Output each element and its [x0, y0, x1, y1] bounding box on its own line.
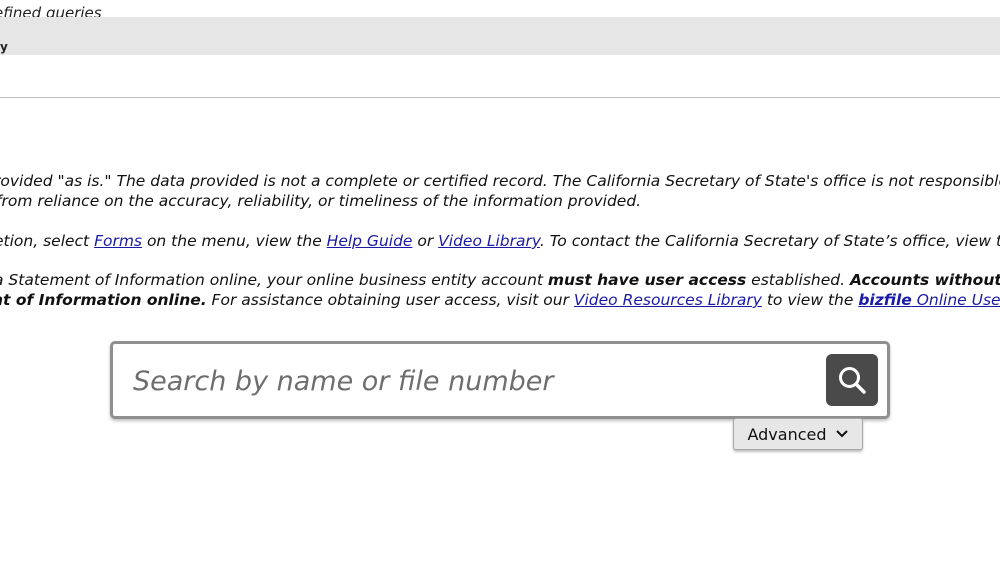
user-access-link-text: Online User Acc — [916, 291, 1000, 309]
disclaimer-paragraph: rovided "as is." The data provided is no… — [0, 171, 1000, 211]
statement-text-4: to view the — [761, 291, 859, 309]
statement-text-1: a Statement of Information online, your … — [0, 271, 548, 289]
bizfile-link-bold: bizfile — [858, 291, 912, 309]
help-guide-link[interactable]: Help Guide — [327, 232, 413, 250]
disclaimer-line-2: from reliance on the accuracy, reliabili… — [0, 192, 642, 210]
video-resources-library-link[interactable]: Video Resources Library — [574, 291, 762, 309]
bizfile-link[interactable]: bizfile Online User Acc — [858, 291, 1000, 309]
search-button[interactable] — [826, 354, 878, 406]
advanced-label: Advanced — [747, 424, 827, 444]
help-text-4: . To contact the California Secretary of… — [539, 232, 1000, 250]
search-box — [110, 341, 890, 419]
help-paragraph: etion, select Forms on the menu, view th… — [0, 231, 1000, 251]
header-bar — [0, 17, 1000, 55]
disclaimer-line-1: rovided "as is." The data provided is no… — [0, 172, 1000, 190]
statement-bold-2: Accounts without use — [849, 271, 1000, 289]
search-icon — [839, 367, 866, 394]
help-line: etion, select Forms on the menu, view th… — [0, 231, 1000, 251]
page: efined queries y rovided "as is." The da… — [0, 0, 1000, 563]
search-input[interactable] — [131, 356, 815, 406]
help-text-1: etion, select — [0, 232, 95, 250]
video-library-link[interactable]: Video Library — [438, 232, 540, 250]
header-bar-text-fragment: y — [0, 40, 8, 54]
help-text-2: on the menu, view the — [142, 232, 327, 250]
help-text-3: or — [412, 232, 439, 250]
chevron-down-icon — [835, 430, 848, 438]
statement-line-1: a Statement of Information online, your … — [0, 270, 1000, 290]
forms-link[interactable]: Forms — [94, 232, 142, 250]
statement-text-2: established. — [746, 271, 850, 289]
statement-text-3: For assistance obtaining user access, vi… — [206, 291, 574, 309]
statement-line-2: nt of Information online. For assistance… — [0, 290, 1000, 310]
statement-bold-3: nt of Information online. — [0, 291, 207, 309]
statement-paragraph: a Statement of Information online, your … — [0, 270, 1000, 310]
divider — [0, 97, 1000, 98]
advanced-search-button[interactable]: Advanced — [733, 418, 863, 450]
statement-bold-1: must have user access — [547, 271, 747, 289]
